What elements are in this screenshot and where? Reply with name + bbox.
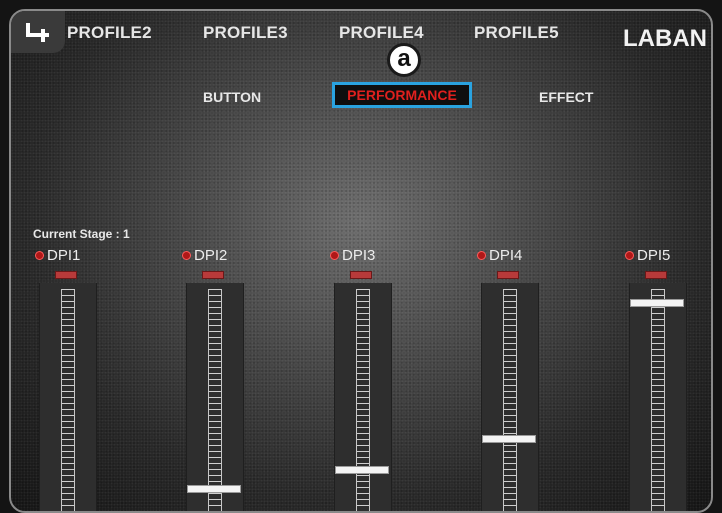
brand-logo: LABAN: [623, 25, 707, 52]
stage-led-icon: [182, 251, 191, 260]
dpi-slider-track[interactable]: [39, 283, 97, 511]
tab-profile2[interactable]: PROFILE2: [67, 23, 152, 43]
dpi-stage-label[interactable]: DPI1: [35, 247, 80, 264]
tab-profile4[interactable]: PROFILE4: [339, 23, 424, 43]
step-badge: [11, 11, 65, 53]
dpi-slider-scale: [503, 289, 517, 511]
dpi-stage-name: DPI1: [47, 247, 81, 264]
dpi-value-box[interactable]: [55, 271, 77, 279]
dpi-slider-track[interactable]: [186, 283, 244, 511]
stage-led-icon: [625, 251, 634, 260]
dpi-value-box[interactable]: [350, 271, 372, 279]
dpi-slider-handle[interactable]: [335, 466, 389, 474]
dpi-stage-name: DPI3: [342, 247, 376, 264]
dpi-slider-scale: [61, 289, 75, 511]
stage-led-icon: [35, 251, 44, 260]
dpi-slider-track[interactable]: [334, 283, 392, 511]
dpi-value-box[interactable]: [645, 271, 667, 279]
step-four-icon: [26, 23, 49, 42]
subtab-effect[interactable]: EFFECT: [539, 89, 593, 105]
dpi-stage-2: DPI2: [182, 247, 262, 511]
subtab-button[interactable]: BUTTON: [203, 89, 261, 105]
dpi-slider-track[interactable]: [481, 283, 539, 511]
dpi-stage-label[interactable]: DPI4: [477, 247, 522, 264]
dpi-value-box[interactable]: [202, 271, 224, 279]
stage-led-icon: [330, 251, 339, 260]
tab-profile3[interactable]: PROFILE3: [203, 23, 288, 43]
dpi-stage-1: DPI1: [35, 247, 115, 511]
dpi-stage-name: DPI4: [489, 247, 523, 264]
dpi-value-box[interactable]: [497, 271, 519, 279]
dpi-stage-5: DPI5: [625, 247, 705, 511]
current-stage-label: Current Stage : 1: [33, 227, 130, 241]
dpi-slider-scale: [356, 289, 370, 511]
dpi-slider-scale: [651, 289, 665, 511]
app-window: PROFILE2 PROFILE3 PROFILE4 PROFILE5 LABA…: [9, 9, 713, 513]
dpi-stage-label[interactable]: DPI2: [182, 247, 227, 264]
dpi-slider-track[interactable]: [629, 283, 687, 511]
stage-led-icon: [477, 251, 486, 260]
dpi-slider-scale: [208, 289, 222, 511]
dpi-slider-handle[interactable]: [630, 299, 684, 307]
dpi-slider-handle[interactable]: [482, 435, 536, 443]
dpi-stage-name: DPI5: [637, 247, 671, 264]
dpi-stage-label[interactable]: DPI3: [330, 247, 375, 264]
dpi-stage-label[interactable]: DPI5: [625, 247, 670, 264]
dpi-stage-name: DPI2: [194, 247, 228, 264]
dpi-slider-handle[interactable]: [187, 485, 241, 493]
tab-profile5[interactable]: PROFILE5: [474, 23, 559, 43]
dpi-stage-4: DPI4: [477, 247, 557, 511]
subtab-performance[interactable]: PERFORMANCE: [332, 82, 472, 108]
callout-marker: a: [387, 43, 421, 77]
dpi-stage-3: DPI3: [330, 247, 410, 511]
